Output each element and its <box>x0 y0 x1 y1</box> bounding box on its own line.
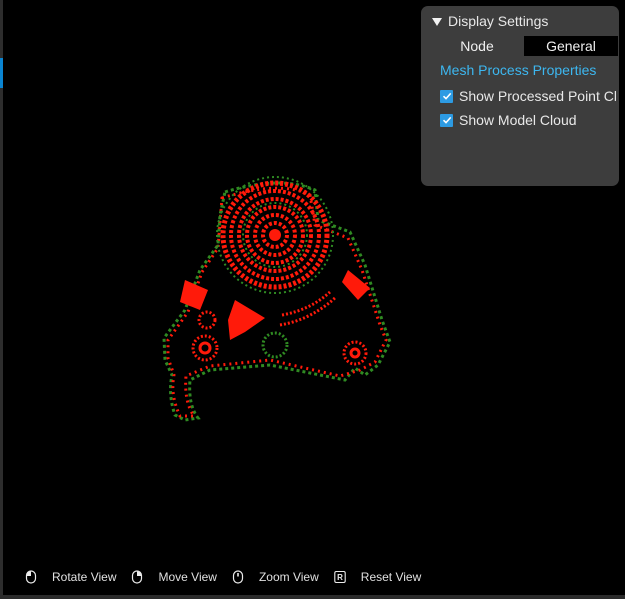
hint-move-view: Move View <box>131 570 217 584</box>
center-wedge <box>228 300 265 340</box>
svg-text:R: R <box>337 573 343 582</box>
small-hole-4-inner <box>349 347 361 359</box>
mouse-right-icon <box>132 570 143 584</box>
r-key-icon: R <box>334 570 346 584</box>
show-processed-point-cloud-option[interactable]: Show Processed Point Cl <box>440 88 616 104</box>
settings-tabs: Node General <box>430 36 618 56</box>
bottom-dock-edge <box>0 595 625 599</box>
hint-reset-label: Reset View <box>360 570 422 584</box>
viewport-hints: Rotate View Move View Zoom View R Reset … <box>25 570 421 584</box>
point-cloud-render[interactable] <box>150 170 410 430</box>
collapse-triangle-icon[interactable] <box>432 17 442 26</box>
right-fan-feature <box>342 270 370 300</box>
processed-point-cloud-label: Show Processed Point Cl <box>459 88 616 104</box>
left-dock-edge <box>0 0 3 599</box>
hint-reset-view: R Reset View <box>334 570 421 584</box>
model-cloud-checkbox[interactable] <box>440 113 453 127</box>
display-settings-header[interactable]: Display Settings <box>432 13 548 29</box>
hint-zoom-view: Zoom View <box>232 570 319 584</box>
processed-point-cloud-checkbox[interactable] <box>440 89 453 103</box>
hint-rotate-view: Rotate View <box>25 570 116 584</box>
hint-zoom-label: Zoom View <box>258 570 319 584</box>
tooth-strip-2 <box>281 290 332 317</box>
tab-node[interactable]: Node <box>430 36 524 56</box>
gear-hub <box>269 229 281 241</box>
check-icon <box>442 116 451 124</box>
tab-general[interactable]: General <box>524 36 618 56</box>
mesh-process-properties-link[interactable]: Mesh Process Properties <box>440 62 596 78</box>
left-arc-feature <box>180 280 208 310</box>
hint-move-label: Move View <box>158 570 217 584</box>
small-hole-1 <box>197 310 217 330</box>
small-hole-3 <box>261 331 289 359</box>
tooth-strip <box>279 296 336 327</box>
mouse-wheel-icon <box>232 570 244 584</box>
small-hole-2-inner <box>198 341 212 355</box>
mouse-left-icon <box>25 570 37 584</box>
small-hole-2 <box>191 334 219 362</box>
show-model-cloud-option[interactable]: Show Model Cloud <box>440 112 616 128</box>
model-cloud-label: Show Model Cloud <box>459 112 577 128</box>
left-dock-accent <box>0 58 3 88</box>
small-hole-4 <box>342 340 368 366</box>
panel-title: Display Settings <box>448 13 549 29</box>
check-icon <box>442 92 451 100</box>
hint-rotate-label: Rotate View <box>52 570 117 584</box>
display-settings-panel: Display Settings Node General Mesh Proce… <box>421 6 619 186</box>
